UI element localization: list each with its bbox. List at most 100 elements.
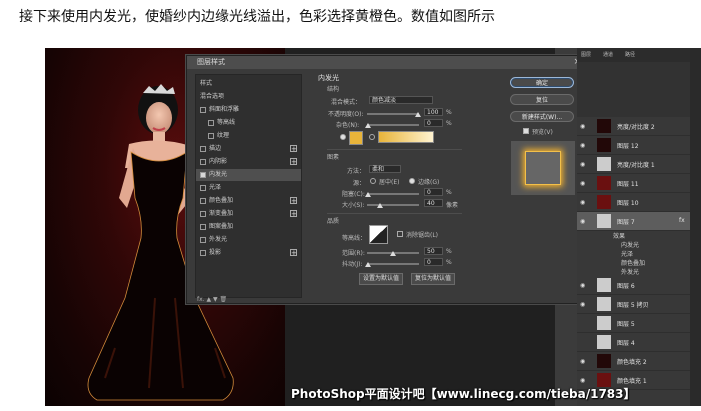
layer-row[interactable]: ◉ 图层 11 (577, 174, 690, 193)
layer-row[interactable]: 图层 5 (577, 314, 690, 333)
layer-row[interactable]: 图层 4 (577, 333, 690, 352)
layer-row[interactable]: ◉ 亮度/对比度 2 (577, 117, 690, 136)
anti-alias-checkbox[interactable] (397, 231, 403, 237)
choke-slider[interactable] (367, 193, 419, 195)
blend-mode-select[interactable]: 颜色减淡 (369, 96, 433, 104)
solid-color-radio[interactable] (340, 134, 346, 140)
style-list-item[interactable]: 样式 (196, 78, 301, 90)
choke-slider-knob[interactable] (365, 192, 371, 197)
eye-icon[interactable]: ◉ (580, 282, 585, 289)
add-icon[interactable]: + (290, 249, 297, 257)
add-icon[interactable]: + (290, 197, 297, 205)
source-center-radio[interactable] (370, 178, 376, 184)
style-list-footer[interactable]: fx. ▲ ▼ 🗑 (197, 296, 227, 303)
reset-default-button[interactable]: 设置为默认值 (359, 273, 403, 285)
layer-effect-item[interactable]: 颜色叠加 (577, 258, 701, 267)
glow-color-swatch[interactable] (349, 131, 363, 145)
eye-icon[interactable]: ◉ (580, 123, 585, 130)
tab-layers[interactable]: 图层 (581, 51, 591, 58)
style-list-item[interactable]: 纹理 (196, 130, 301, 142)
layer-row[interactable]: ◉ 颜色填充 2 (577, 352, 690, 371)
add-icon[interactable]: + (290, 145, 297, 153)
layer-row[interactable]: ◉ 图层 12 (577, 136, 690, 155)
gradient-radio[interactable] (369, 134, 375, 140)
style-checkbox[interactable] (200, 107, 206, 113)
size-slider[interactable] (367, 204, 419, 206)
layer-row[interactable]: ◉ 亮度/对比度 1 (577, 155, 690, 174)
fx-icon[interactable]: fx (679, 217, 685, 224)
jitter-slider-knob[interactable] (365, 262, 371, 267)
glow-gradient-picker[interactable] (378, 131, 434, 143)
layer-row[interactable]: ◉ 图层 10 (577, 193, 690, 212)
cancel-button[interactable]: 复位 (510, 94, 574, 105)
style-checkbox[interactable] (200, 185, 206, 191)
noise-input[interactable]: 0 (424, 119, 443, 127)
choke-input[interactable]: 0 (424, 188, 443, 196)
style-checkbox[interactable] (200, 172, 206, 178)
style-list-item[interactable]: 内发光 (196, 169, 301, 181)
eye-icon[interactable]: ◉ (580, 180, 585, 187)
style-list-item[interactable]: 斜面和浮雕 (196, 104, 301, 116)
tab-channels[interactable]: 通道 (603, 51, 613, 58)
style-checkbox[interactable] (200, 237, 206, 243)
tab-paths[interactable]: 路径 (625, 51, 635, 58)
jitter-input[interactable]: 0 (424, 258, 443, 266)
jitter-slider[interactable] (367, 263, 419, 265)
style-list-item[interactable]: 描边 + (196, 143, 301, 155)
noise-slider-knob[interactable] (365, 123, 371, 128)
layer-thumbnail (597, 119, 611, 133)
style-list-item[interactable]: 光泽 (196, 182, 301, 194)
style-list-item[interactable]: 渐变叠加 + (196, 208, 301, 220)
layer-row[interactable]: ◉ 图层 6 (577, 276, 690, 295)
style-list-item[interactable]: 投影 + (196, 247, 301, 259)
noise-slider[interactable] (367, 124, 419, 126)
layer-effect-item[interactable]: 光泽 (577, 249, 701, 258)
range-slider-knob[interactable] (390, 251, 396, 256)
contour-picker[interactable] (369, 225, 388, 244)
preview-checkbox[interactable] (523, 128, 529, 134)
style-checkbox[interactable] (200, 211, 206, 217)
layers-panel: 图层 通道 路径 ◉ 亮度/对比度 2 ◉ 图层 12 ◉ 亮度/对比度 1 ◉ 图层 11 ◉… (577, 48, 690, 406)
style-checkbox[interactable] (208, 133, 214, 139)
ok-button[interactable]: 确定 (510, 77, 574, 88)
eye-icon[interactable]: ◉ (580, 218, 585, 225)
style-list-item[interactable]: 等高线 (196, 117, 301, 129)
layers-scrollbar[interactable] (690, 48, 701, 406)
source-edge-radio[interactable] (409, 178, 415, 184)
eye-icon[interactable]: ◉ (580, 161, 585, 168)
style-checkbox[interactable] (200, 159, 206, 165)
style-checkbox[interactable] (200, 146, 206, 152)
eye-icon[interactable]: ◉ (580, 301, 585, 308)
style-list-item[interactable]: 内阴影 + (196, 156, 301, 168)
style-checkbox[interactable] (200, 224, 206, 230)
layer-effect-item[interactable]: 内发光 (577, 240, 701, 249)
layer-effect-item[interactable]: 外发光 (577, 267, 701, 276)
style-checkbox[interactable] (200, 250, 206, 256)
method-select[interactable]: 柔和 (369, 165, 401, 173)
eye-icon[interactable]: ◉ (580, 142, 585, 149)
size-input[interactable]: 40 (424, 199, 443, 207)
opacity-slider-knob[interactable] (415, 112, 421, 117)
opacity-slider[interactable] (367, 113, 419, 115)
new-style-button[interactable]: 新建样式(W)... (510, 111, 574, 122)
eye-icon[interactable]: ◉ (580, 358, 585, 365)
size-slider-knob[interactable] (377, 203, 383, 208)
opacity-input[interactable]: 100 (424, 108, 443, 116)
style-list-item[interactable]: 颜色叠加 + (196, 195, 301, 207)
layer-row[interactable]: ◉ 图层 5 拷贝 (577, 295, 690, 314)
eye-icon[interactable]: ◉ (580, 199, 585, 206)
style-checkbox[interactable] (200, 198, 206, 204)
add-icon[interactable]: + (290, 158, 297, 166)
quality-heading: 品质 (327, 218, 340, 225)
add-icon[interactable]: + (290, 210, 297, 218)
layer-row[interactable]: ◉ 图层 7 fx (577, 212, 690, 231)
style-list-item[interactable]: 混合选项 (196, 91, 301, 103)
eye-icon[interactable]: ◉ (580, 377, 585, 384)
range-input[interactable]: 50 (424, 247, 443, 255)
style-list-item[interactable]: 图案叠加 (196, 221, 301, 233)
divider (327, 149, 462, 150)
style-checkbox[interactable] (208, 120, 214, 126)
style-list-item[interactable]: 外发光 (196, 234, 301, 246)
restore-default-button[interactable]: 复位为默认值 (411, 273, 455, 285)
layer-effect-item[interactable]: 效果 (577, 231, 701, 240)
